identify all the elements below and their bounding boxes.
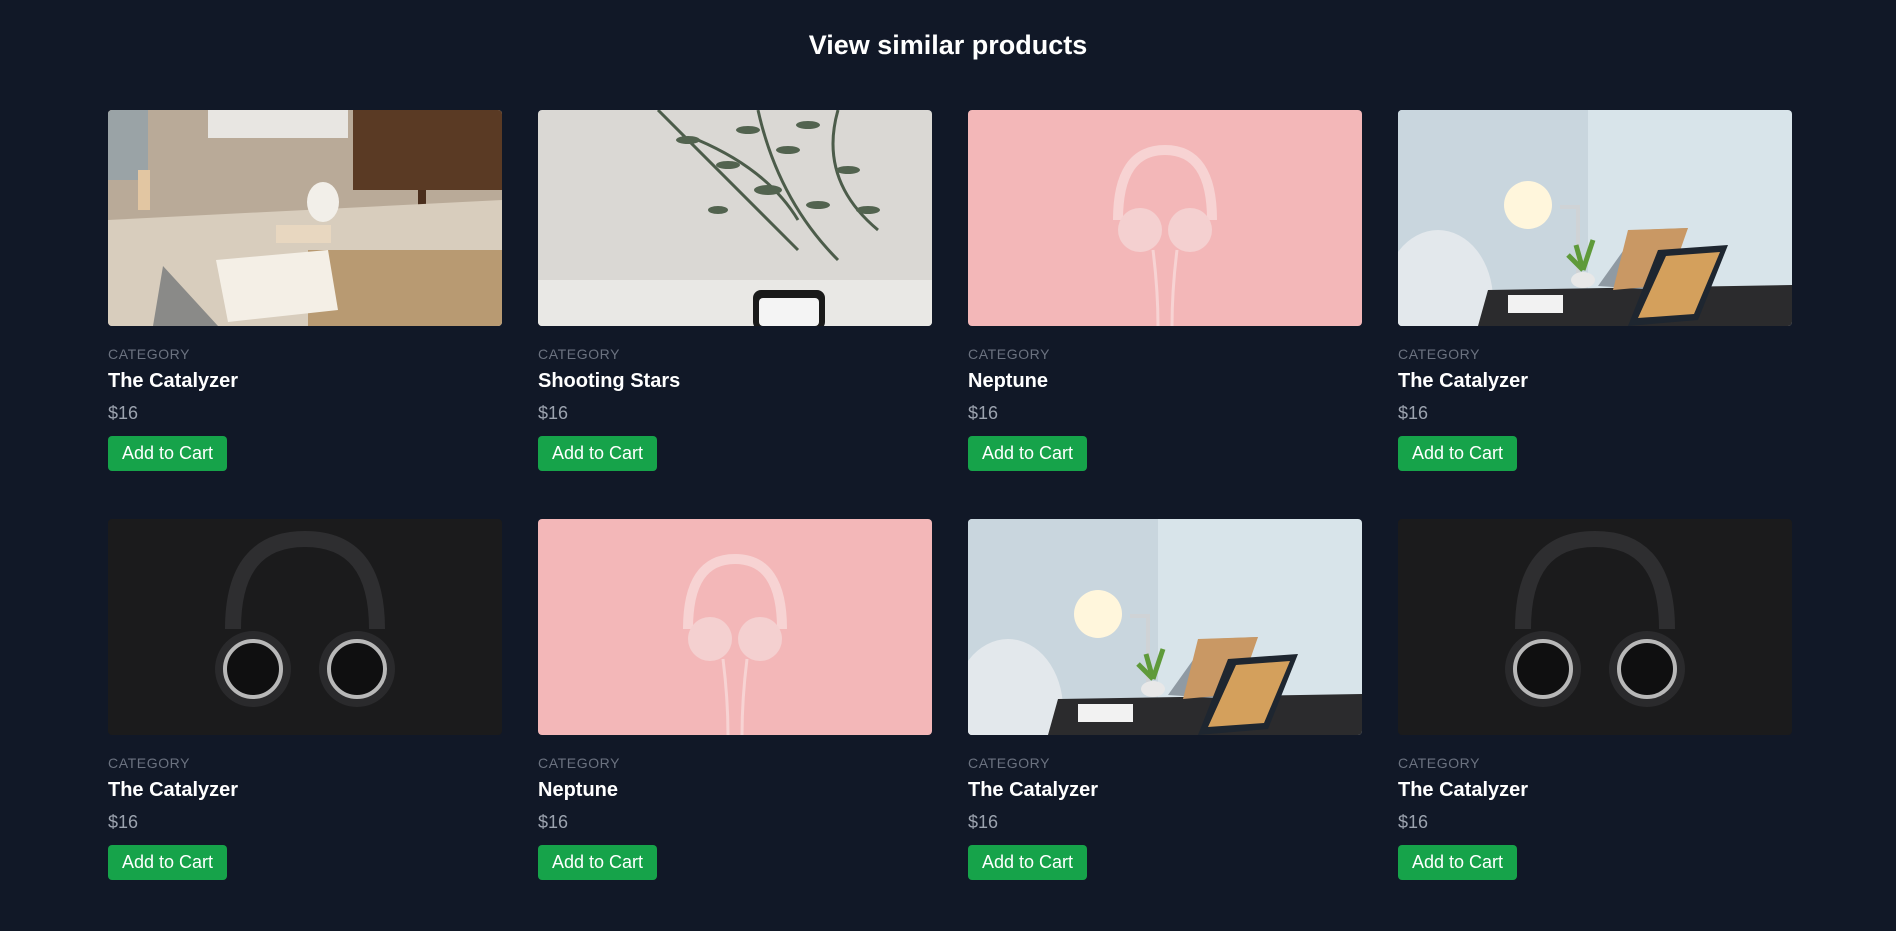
product-name[interactable]: The Catalyzer bbox=[108, 779, 502, 802]
product-card: CATEGORY Neptune $16 Add to Cart bbox=[538, 519, 932, 928]
product-price: $16 bbox=[968, 812, 999, 832]
section-title: View similar products bbox=[808, 30, 1088, 60]
product-price: $16 bbox=[108, 812, 139, 832]
product-card: CATEGORY Shooting Stars $16 Add to Cart bbox=[538, 110, 932, 519]
product-image-black-headphones[interactable] bbox=[1398, 519, 1792, 735]
product-category: CATEGORY bbox=[108, 346, 191, 362]
product-card: CATEGORY Neptune $16 Add to Cart bbox=[968, 110, 1362, 519]
product-image-pink-headphones[interactable] bbox=[538, 519, 932, 735]
product-price: $16 bbox=[108, 403, 139, 423]
add-to-cart-button[interactable]: Add to Cart bbox=[538, 436, 658, 471]
add-to-cart-button[interactable]: Add to Cart bbox=[538, 845, 658, 880]
product-card: CATEGORY The Catalyzer $16 Add to Cart bbox=[1398, 110, 1792, 519]
product-image-black-headphones[interactable] bbox=[108, 519, 502, 735]
product-card: CATEGORY The Catalyzer $16 Add to Cart bbox=[108, 519, 502, 928]
product-name[interactable]: Neptune bbox=[538, 779, 932, 802]
product-name[interactable]: The Catalyzer bbox=[1398, 370, 1792, 393]
product-image-desk-laptops[interactable] bbox=[968, 519, 1362, 735]
product-name[interactable]: The Catalyzer bbox=[1398, 779, 1792, 802]
product-category: CATEGORY bbox=[1398, 755, 1481, 771]
product-name[interactable]: The Catalyzer bbox=[108, 370, 502, 393]
add-to-cart-button[interactable]: Add to Cart bbox=[968, 845, 1088, 880]
product-card: CATEGORY The Catalyzer $16 Add to Cart bbox=[1398, 519, 1792, 928]
product-card: CATEGORY The Catalyzer $16 Add to Cart bbox=[968, 519, 1362, 928]
add-to-cart-button[interactable]: Add to Cart bbox=[108, 436, 228, 471]
product-category: CATEGORY bbox=[1398, 346, 1481, 362]
product-category: CATEGORY bbox=[108, 755, 191, 771]
product-name[interactable]: The Catalyzer bbox=[968, 779, 1362, 802]
product-price: $16 bbox=[538, 812, 569, 832]
product-price: $16 bbox=[1398, 403, 1429, 423]
product-category: CATEGORY bbox=[968, 346, 1051, 362]
product-name[interactable]: Shooting Stars bbox=[538, 370, 932, 393]
add-to-cart-button[interactable]: Add to Cart bbox=[108, 845, 228, 880]
add-to-cart-button[interactable]: Add to Cart bbox=[968, 436, 1088, 471]
product-image-book-room[interactable] bbox=[108, 110, 502, 326]
product-card: CATEGORY The Catalyzer $16 Add to Cart bbox=[108, 110, 502, 519]
product-image-desk-laptops[interactable] bbox=[1398, 110, 1792, 326]
product-image-plant-phone[interactable] bbox=[538, 110, 932, 326]
product-image-pink-headphones[interactable] bbox=[968, 110, 1362, 326]
product-grid: CATEGORY The Catalyzer $16 Add to Cart C… bbox=[108, 110, 1792, 928]
product-name[interactable]: Neptune bbox=[968, 370, 1362, 393]
product-category: CATEGORY bbox=[538, 755, 621, 771]
product-price: $16 bbox=[538, 403, 569, 423]
product-price: $16 bbox=[1398, 812, 1429, 832]
add-to-cart-button[interactable]: Add to Cart bbox=[1398, 436, 1518, 471]
add-to-cart-button[interactable]: Add to Cart bbox=[1398, 845, 1518, 880]
product-category: CATEGORY bbox=[968, 755, 1051, 771]
product-price: $16 bbox=[968, 403, 999, 423]
product-category: CATEGORY bbox=[538, 346, 621, 362]
